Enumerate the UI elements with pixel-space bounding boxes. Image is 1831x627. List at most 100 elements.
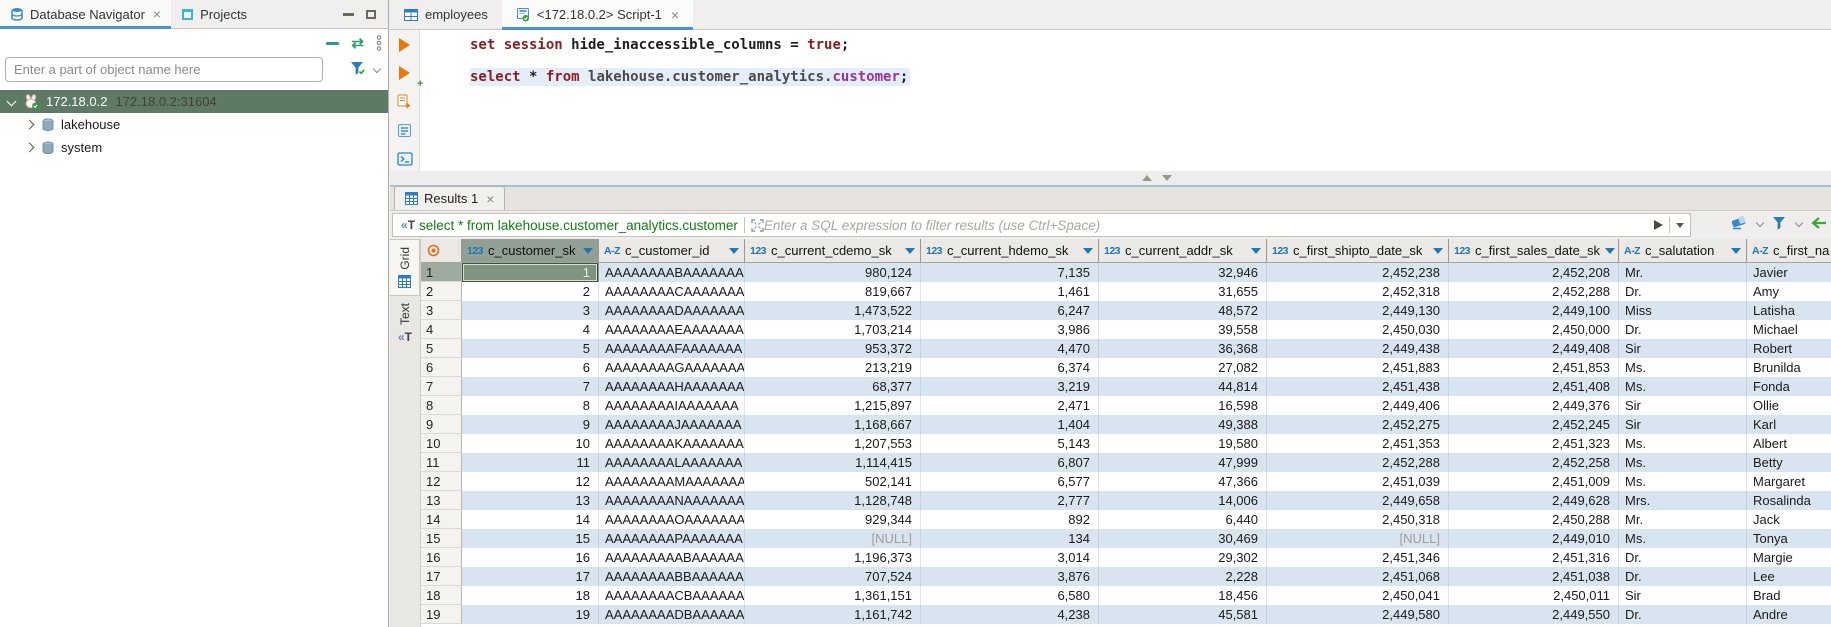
grid-cell[interactable]: 4,238 [921, 605, 1099, 624]
grid-cell[interactable]: 44,814 [1099, 377, 1267, 396]
grid-cell[interactable]: 1,207,553 [745, 434, 921, 453]
grid-cell[interactable]: 2,452,245 [1449, 415, 1619, 434]
erase-filter-icon[interactable] [1730, 215, 1748, 230]
grid-cell[interactable]: 14 [462, 510, 599, 529]
grid-cell[interactable]: 2,452,288 [1449, 282, 1619, 301]
grid-cell[interactable]: 1,161,742 [745, 605, 921, 624]
grid-cell[interactable]: 2,449,438 [1267, 339, 1449, 358]
close-icon[interactable]: × [153, 7, 161, 21]
grid-cell[interactable]: 2,452,288 [1267, 453, 1449, 472]
row-number[interactable]: 8 [421, 396, 462, 415]
grid-cell[interactable]: 892 [921, 510, 1099, 529]
grid-cell[interactable]: Fonda [1747, 377, 1831, 396]
column-menu-dropdown-icon[interactable] [1251, 248, 1261, 254]
grid-corner-cell[interactable] [421, 239, 462, 262]
tab-projects[interactable]: Projects [171, 0, 257, 28]
grid-cell[interactable]: 7 [462, 377, 599, 396]
column-header[interactable]: 123c_current_addr_sk [1099, 239, 1267, 262]
grid-cell[interactable]: 2,449,658 [1267, 491, 1449, 510]
column-header[interactable]: 123c_current_cdemo_sk [745, 239, 921, 262]
sash-grip[interactable] [1142, 175, 1172, 181]
grid-cell[interactable]: 6 [462, 358, 599, 377]
expand-filter-icon[interactable] [751, 219, 764, 232]
column-menu-dropdown-icon[interactable] [1083, 248, 1093, 254]
sash-maximize-icon[interactable] [1142, 175, 1152, 181]
grid-cell[interactable]: Betty [1747, 453, 1831, 472]
grid-cell[interactable]: 953,372 [745, 339, 921, 358]
grid-cell[interactable]: AAAAAAAADBAAAAAA [599, 605, 745, 624]
grid-cell[interactable]: 39,558 [1099, 320, 1267, 339]
grid-cell[interactable]: 6,580 [921, 586, 1099, 605]
grid-cell[interactable]: 1,168,667 [745, 415, 921, 434]
grid-cell[interactable]: 2,451,883 [1267, 358, 1449, 377]
grid-cell[interactable]: Jack [1747, 510, 1831, 529]
grid-cell[interactable]: AAAAAAAALAAAAAAA [599, 453, 745, 472]
grid-cell[interactable]: 2,449,376 [1449, 396, 1619, 415]
column-header[interactable]: 123c_first_shipto_date_sk [1267, 239, 1449, 262]
grid-cell[interactable]: 19,580 [1099, 434, 1267, 453]
row-number[interactable]: 15 [421, 529, 462, 548]
grid-cell[interactable]: AAAAAAAANAAAAAAA [599, 491, 745, 510]
column-menu-dropdown-icon[interactable] [1605, 248, 1615, 254]
grid-cell[interactable]: 3,876 [921, 567, 1099, 586]
grid-cell[interactable]: 4,470 [921, 339, 1099, 358]
grid-cell[interactable]: AAAAAAAAPAAAAAAA [599, 529, 745, 548]
grid-cell[interactable]: Mrs. [1619, 491, 1747, 510]
grid-cell[interactable]: 2,449,408 [1449, 339, 1619, 358]
grid-cell[interactable]: AAAAAAAAABAAAAAA [599, 548, 745, 567]
grid-cell[interactable]: 68,377 [745, 377, 921, 396]
grid-cell[interactable]: 1,473,522 [745, 301, 921, 320]
grid-cell[interactable]: 2,451,323 [1449, 434, 1619, 453]
grid-cell[interactable]: 12 [462, 472, 599, 491]
grid-cell[interactable]: AAAAAAAAEAAAAAAA [599, 320, 745, 339]
grid-cell[interactable]: 2,451,408 [1449, 377, 1619, 396]
grid-cell[interactable]: 9 [462, 415, 599, 434]
grid-cell[interactable]: 1,404 [921, 415, 1099, 434]
grid-cell[interactable]: AAAAAAAAIAAAAAAA [599, 396, 745, 415]
grid-cell[interactable]: 6,807 [921, 453, 1099, 472]
column-menu-dropdown-icon[interactable] [905, 248, 915, 254]
filter-history-dropdown-icon[interactable] [1676, 223, 1684, 228]
grid-cell[interactable]: 1,196,373 [745, 548, 921, 567]
grid-cell[interactable]: 18 [462, 586, 599, 605]
grid-cell[interactable]: 6,577 [921, 472, 1099, 491]
grid-cell[interactable]: 2,450,288 [1449, 510, 1619, 529]
chevron-down-icon[interactable] [1756, 218, 1764, 226]
row-number[interactable]: 10 [421, 434, 462, 453]
grid-cell[interactable]: 1 [462, 263, 599, 282]
grid-cell[interactable]: 16,598 [1099, 396, 1267, 415]
grid-cell[interactable]: 2,777 [921, 491, 1099, 510]
grid-cell[interactable]: AAAAAAAAJAAAAAAA [599, 415, 745, 434]
column-header[interactable]: A-Zc_customer_id [599, 239, 745, 262]
column-menu-dropdown-icon[interactable] [1731, 248, 1741, 254]
sql-text-area[interactable]: set session hide_inaccessible_columns = … [420, 30, 1831, 171]
grid-cell[interactable]: AAAAAAAAMAAAAAAA [599, 472, 745, 491]
row-number[interactable]: 16 [421, 548, 462, 567]
grid-cell[interactable]: AAAAAAAAGAAAAAAA [599, 358, 745, 377]
expander-icon[interactable] [7, 97, 17, 107]
grid-cell[interactable]: 5,143 [921, 434, 1099, 453]
column-menu-dropdown-icon[interactable] [1433, 248, 1443, 254]
grid-cell[interactable]: 2 [462, 282, 599, 301]
grid-cell[interactable]: 2,449,550 [1449, 605, 1619, 624]
grid-cell[interactable]: 2,450,041 [1267, 586, 1449, 605]
grid-cell[interactable]: Tonya [1747, 529, 1831, 548]
grid-cell[interactable]: Ms. [1619, 472, 1747, 491]
grid-cell[interactable]: 6,440 [1099, 510, 1267, 529]
grid-cell[interactable]: Sir [1619, 586, 1747, 605]
grid-cell[interactable]: Brunilda [1747, 358, 1831, 377]
grid-cell[interactable]: 2,451,009 [1449, 472, 1619, 491]
grid-cell[interactable]: AAAAAAAABAAAAAAA [599, 263, 745, 282]
tree-node-system[interactable]: system [0, 136, 388, 159]
grid-cell[interactable]: 6,247 [921, 301, 1099, 320]
execute-new-tab-icon[interactable]: + [399, 66, 410, 80]
grid-cell[interactable]: 213,219 [745, 358, 921, 377]
grid-cell[interactable]: [NULL] [1267, 529, 1449, 548]
grid-cell[interactable]: 502,141 [745, 472, 921, 491]
grid-cell[interactable]: 3,986 [921, 320, 1099, 339]
grid-cell[interactable]: 2,449,100 [1449, 301, 1619, 320]
grid-cell[interactable]: 45,581 [1099, 605, 1267, 624]
grid-cell[interactable]: Dr. [1619, 320, 1747, 339]
row-number[interactable]: 11 [421, 453, 462, 472]
row-number[interactable]: 6 [421, 358, 462, 377]
